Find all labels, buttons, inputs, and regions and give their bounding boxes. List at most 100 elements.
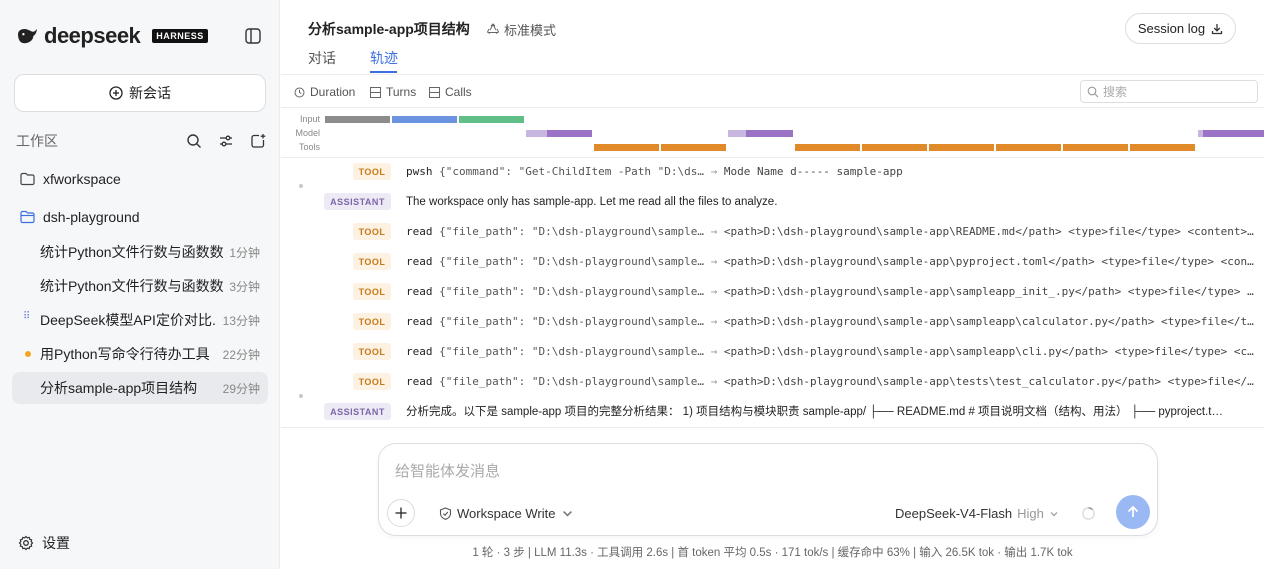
arrow-icon: → [710,165,718,178]
trace-row[interactable]: ASSISTANT The workspace only has sample-… [281,187,1264,217]
timeline-model-segment[interactable] [526,130,547,137]
tab-conversation[interactable]: 对话 [308,48,336,68]
folder-item-dsh-playground[interactable]: dsh-playground [20,209,140,225]
trace-row[interactable]: TOOL read {"file_path": "D:\dsh-playgrou… [281,307,1264,337]
task-item[interactable]: 统计Python文件行数与函数数 3分钟 [12,270,268,302]
arrow-icon: → [710,345,718,358]
active-tab-indicator [370,71,397,73]
arrow-icon: → [710,255,718,268]
gear-icon [18,535,34,551]
timeline-input-segment[interactable] [392,116,457,123]
tool-name: read [406,225,433,238]
folder-label: xfworkspace [43,171,121,187]
mode-indicator[interactable]: 标准模式 [486,20,556,39]
sidebar-toggle-icon[interactable] [244,27,262,45]
lane-label-input: Input [299,114,320,124]
assistant-badge: ASSISTANT [324,193,391,210]
filter-sliders-icon[interactable] [218,133,234,149]
timeline-tool-segment[interactable] [1130,144,1195,151]
session-log-button[interactable]: Session log [1125,13,1236,44]
task-label: 统计Python文件行数与函数数 [40,244,224,260]
divider [281,107,1264,108]
download-icon [1211,23,1223,34]
task-item-active[interactable]: 分析sample-app项目结构 29分钟 [12,372,268,404]
shield-icon [439,507,452,520]
timeline-tool-segment[interactable] [929,144,994,151]
timeline-tool-segment[interactable] [862,144,927,151]
lane-label-tools: Tools [298,142,320,152]
task-time: 3分钟 [229,279,260,294]
timeline-tool-segment[interactable] [795,144,860,151]
folder-label: dsh-playground [43,209,140,225]
timeline-tool-segment[interactable] [661,144,726,151]
timeline-tool-segment[interactable] [594,144,659,151]
task-time: 22分钟 [222,347,260,362]
trace-row[interactable]: TOOL pwsh {"command": "Get-ChildItem -Pa… [281,157,1264,188]
arrow-icon: → [710,285,718,298]
task-label: 分析sample-app项目结构 [40,380,198,396]
arrow-up-icon [1127,505,1139,517]
task-item[interactable]: 用Python写命令行待办工具 22分钟 [12,338,268,370]
trace-row[interactable]: TOOL read {"file_path": "D:\dsh-playgrou… [281,337,1264,367]
chevron-down-icon [1050,511,1058,516]
arrow-icon: → [710,225,718,238]
folder-icon [20,172,35,186]
settings-button[interactable]: 设置 [18,533,70,553]
folder-item-xfworkspace[interactable]: xfworkspace [20,171,121,187]
send-button[interactable] [1116,495,1150,529]
timeline-tool-segment[interactable] [1063,144,1128,151]
plus-icon [395,507,407,519]
timeline-model-segment[interactable] [547,130,592,137]
assistant-badge: ASSISTANT [324,403,391,420]
tool-badge: TOOL [353,313,391,330]
trace-search[interactable] [1080,80,1258,103]
tab-trace[interactable]: 轨迹 [370,48,398,68]
attach-button[interactable] [387,499,415,527]
new-folder-icon[interactable] [250,133,266,149]
usage-stats: 1 轮 · 3 步 | LLM 11.3s · 工具调用 2.6s | 首 to… [472,547,1073,559]
assistant-text: The workspace only has sample-app. Let m… [406,196,778,208]
timeline-input-segment[interactable] [325,116,390,123]
timeline-model-segment[interactable] [728,130,746,137]
permission-dropdown[interactable]: Workspace Write [439,506,574,521]
tool-output: <path>D:\dsh-playground\sample-app\sampl… [723,315,1254,328]
timeline-tool-segment[interactable] [996,144,1061,151]
message-input[interactable] [395,460,1095,482]
tool-output: <path>D:\dsh-playground\sample-app\tests… [723,375,1254,388]
timeline-model-segment[interactable] [746,130,793,137]
main-panel: 分析sample-app项目结构 标准模式 Session log 对话 轨迹 … [281,0,1264,569]
workspace-header: 工作区 [16,131,266,151]
mode-label: 标准模式 [504,23,557,38]
task-item[interactable]: ⠿ DeepSeek模型API定价对比... 13分钟 [12,304,268,336]
tool-name: read [406,285,433,298]
trace-row[interactable]: TOOL read {"file_path": "D:\dsh-playgrou… [281,367,1264,398]
plus-circle-icon [109,86,123,100]
model-dropdown[interactable]: DeepSeek-V4-Flash High [895,506,1059,521]
timeline-model-segment[interactable] [1203,130,1264,137]
metric-calls-toggle[interactable]: Calls [429,85,472,99]
metric-turns-toggle[interactable]: Turns [370,85,416,99]
search-icon[interactable] [186,133,202,149]
brand-name: deepseek [44,23,141,48]
tool-args: {"command": "Get-ChildItem -Path "D:\ds… [439,165,705,178]
search-input[interactable] [1103,84,1253,99]
trace-row[interactable]: ASSISTANT 分析完成。以下是 sample-app 项目的完整分析结果：… [281,397,1264,427]
list-box-icon [429,86,440,98]
recycle-icon [486,22,500,34]
timeline-input-segment[interactable] [459,116,524,123]
task-item[interactable]: 统计Python文件行数与函数数 1分钟 [12,236,268,268]
reasoning-level: High [1017,506,1044,521]
new-chat-button[interactable]: 新会话 [14,74,266,112]
model-name: DeepSeek-V4-Flash [895,506,1013,521]
metric-duration-toggle[interactable]: Duration [294,85,355,99]
trace-row[interactable]: TOOL read {"file_path": "D:\dsh-playgrou… [281,247,1264,277]
task-time: 29分钟 [222,381,260,396]
trace-row[interactable]: TOOL read {"file_path": "D:\dsh-playgrou… [281,277,1264,307]
task-time: 1分钟 [229,245,260,260]
tool-args: {"file_path": "D:\dsh-playground\sample… [439,375,705,388]
task-label: 统计Python文件行数与函数数 [40,278,224,294]
context-usage-ring-icon[interactable] [1081,506,1096,521]
trace-row[interactable]: TOOL read {"file_path": "D:\dsh-playgrou… [281,217,1264,247]
arrow-icon: → [710,315,718,328]
search-icon [1087,86,1099,97]
